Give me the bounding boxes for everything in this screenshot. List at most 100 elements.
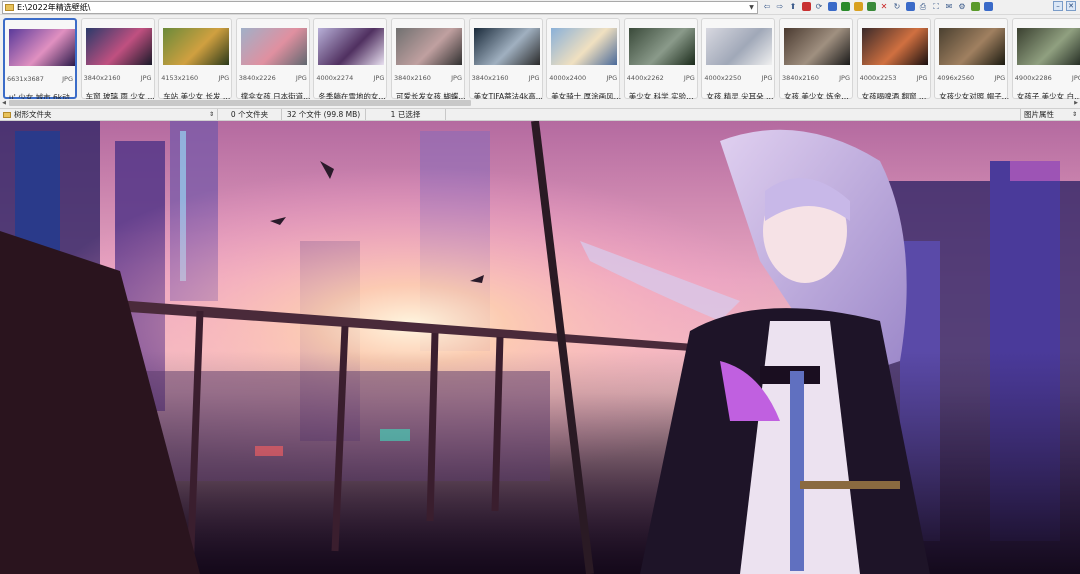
thumbnail-image [706,28,773,65]
thumbnail-caption: 车站 美少女 长发 漂... [163,92,234,99]
thumbnail-meta: 4000x2250 JPG [704,74,772,82]
folder-icon [5,4,14,11]
edit-icon[interactable] [905,1,915,12]
thumbnail-image [318,28,385,65]
thumbnail-item[interactable]: 4900x2286 JPG 女孩子 美少女 白裤... [1011,18,1080,99]
thumbnail-image [784,28,850,65]
image-properties-button[interactable]: 图片属性 ⇕ [1020,109,1080,120]
thumbnail-caption: 女孩子 美少女 白裤... [1016,92,1080,99]
address-input[interactable] [17,3,747,12]
thumbnail-meta: 6631x3687 JPG [7,75,73,83]
thumbnail-image [861,28,928,65]
copy-icon[interactable] [853,1,863,12]
image-properties-label: 图片属性 [1024,110,1054,119]
thumbnail-meta: 3840x2160 JPG [782,74,850,82]
delete-icon[interactable]: ✕ [879,1,889,12]
refresh-icon[interactable]: ⟳ [814,1,824,12]
thumbnail-dimensions: 4000x2250 [704,74,742,82]
address-bar-row: ▼ ⇦⇨⬆⟳✕↻⎙⛶✉⚙ – ✕ [0,0,1080,15]
thumbnail-image [628,28,695,65]
folder-tree-label: 树形文件夹 [14,110,52,119]
status-bar: 树形文件夹 ⇕ 0 个文件夹 32 个文件 (99.8 MB) 1 已选择 图片… [0,108,1080,121]
thumbnail-meta: 4400x2262 JPG [627,74,695,82]
thumbnail-item[interactable]: 4000x2250 JPG 女孩 精灵 尖耳朵 蓝... [701,18,776,99]
thumbnail-item[interactable]: 4400x2262 JPG 美少女 科学 实验室... [623,18,699,99]
print-icon[interactable]: ⎙ [918,1,928,12]
thumbnail-meta: 3840x2160 JPG [394,74,462,82]
move-icon[interactable] [866,1,876,12]
folder-icon[interactable] [801,1,811,12]
thumbnail-image [240,28,307,65]
thumbnail-item[interactable]: 3840x2226 JPG 撑伞女孩 日本街道... [235,18,311,99]
horizontal-scrollbar[interactable]: ◀ ▶ [0,99,1080,107]
thumbnail-type: JPG [528,74,540,82]
up-folder-icon[interactable]: ⬆ [788,1,798,12]
back-icon[interactable]: ⇦ [762,1,772,12]
pin-icon[interactable]: ⇕ [1072,111,1077,118]
thumbnail-type: JPG [761,74,773,82]
thumbnail-item[interactable]: 4153x2160 JPG 车站 美少女 长发 漂... [158,18,234,99]
anime-cyberpunk-wallpaper [0,121,1080,574]
thumbnail-meta: 4000x2274 JPG [316,74,384,82]
thumbnail-item[interactable]: 4096x2560 JPG 女孩少女对照 帽子 ... [934,18,1010,99]
rotate-icon[interactable]: ↻ [892,1,902,12]
thumbnail-meta: 4000x2400 JPG [549,74,617,82]
thumbnail-item[interactable]: 3840x2160 JPG 美女TIFA蒂法4k高... [468,18,543,99]
thumbnail-meta: 3840x2160 JPG [472,74,540,82]
thumbnail-dimensions: 3840x2160 [782,74,819,82]
thumbnail-meta: 4000x2253 JPG [860,74,928,82]
thumbnail-caption: 美女骑士 厚涂画风 ... [551,92,622,99]
thumbnail-dimensions: 3840x2226 [238,74,276,82]
settings-icon[interactable]: ⚙ [957,1,967,12]
thumbnail-image [9,29,75,66]
scroll-right-icon[interactable]: ▶ [1072,99,1080,107]
thumbnail-image [1016,28,1080,65]
thumbnail-item[interactable]: 4000x2274 JPG 冬季躺在雪地的女孩... [313,18,388,99]
thumbnail-item[interactable]: 3840x2160 JPG 女孩 美少女 炼金术... [779,18,854,99]
thumbnail-item[interactable]: 3840x2160 JPG 可爱长发女孩 蝴蝶... [391,18,466,99]
thumbnail-item[interactable]: 4000x2253 JPG 女孩喝啤酒 翻窗 城... [856,18,932,99]
thumbnail-type: JPG [218,74,230,82]
thumbnail-meta: 4096x2560 JPG [937,74,1005,82]
thumbnail-image [396,28,462,65]
thumbnail-caption: 女孩喝啤酒 翻窗 城... [861,92,932,99]
thumbnail-image [939,28,1006,65]
pin-icon[interactable]: ⇕ [209,111,214,118]
thumbnail-item[interactable]: 4000x2400 JPG 美女骑士 厚涂画风 ... [546,18,622,99]
thumbnail-type: JPG [994,74,1006,82]
thumbnail-meta: 3840x2226 JPG [239,74,307,82]
thumbnail-dimensions: 3840x2160 [394,74,431,82]
scrollbar-thumb[interactable] [9,100,471,106]
slideshow-icon[interactable] [840,1,850,12]
thumbnail-type: JPG [295,74,307,82]
thumbnail-caption: 可爱长发女孩 蝴蝶... [396,92,466,99]
fullscreen-icon[interactable]: ⛶ [931,1,941,12]
thumbnail-image [85,28,152,65]
thumbnail-caption: 撑伞女孩 日本街道... [240,92,311,99]
thumbnail-type: JPG [373,74,385,82]
toolbar: ⇦ ⇨ ⬆ ⟳ ✕ ↻ ⎙ ⛶ ✉ ⚙ [762,1,993,14]
thumbnail-caption: 女孩少女对照 帽子 ... [939,92,1010,99]
thumbnail-dimensions: 4096x2560 [937,74,975,82]
email-icon[interactable]: ✉ [944,1,954,12]
chevron-down-icon[interactable]: ▼ [747,3,756,12]
thumbnail-image [551,28,618,65]
minimize-icon[interactable]: – [1053,1,1063,11]
thumbnail-item[interactable]: 3840x2160 JPG 车窗 玻璃 雨 少女 ... [80,18,155,99]
thumbnail-dimensions: 4900x2286 [1014,74,1052,82]
address-field[interactable]: ▼ [2,1,758,14]
folder-count: 0 个文件夹 [218,109,282,120]
scroll-left-icon[interactable]: ◀ [0,99,8,107]
folder-tree-toggle[interactable]: 树形文件夹 ⇕ [0,109,218,120]
thumbnail-item[interactable]: 6631x3687 JPG u' 少女 城市 6k动漫... [3,18,79,99]
close-icon[interactable]: ✕ [1066,1,1076,11]
thumbnail-dimensions: 4000x2253 [859,74,897,82]
view-icon[interactable] [970,1,980,12]
thumbnail-caption: 美少女 科学 实验室... [628,92,699,99]
forward-icon[interactable]: ⇨ [775,1,785,12]
image-preview[interactable] [0,121,1080,574]
save-icon[interactable] [983,1,993,12]
window-buttons: – ✕ [1053,1,1076,11]
browse-icon[interactable] [827,1,837,12]
thumbnail-dimensions: 3840x2160 [83,74,121,82]
